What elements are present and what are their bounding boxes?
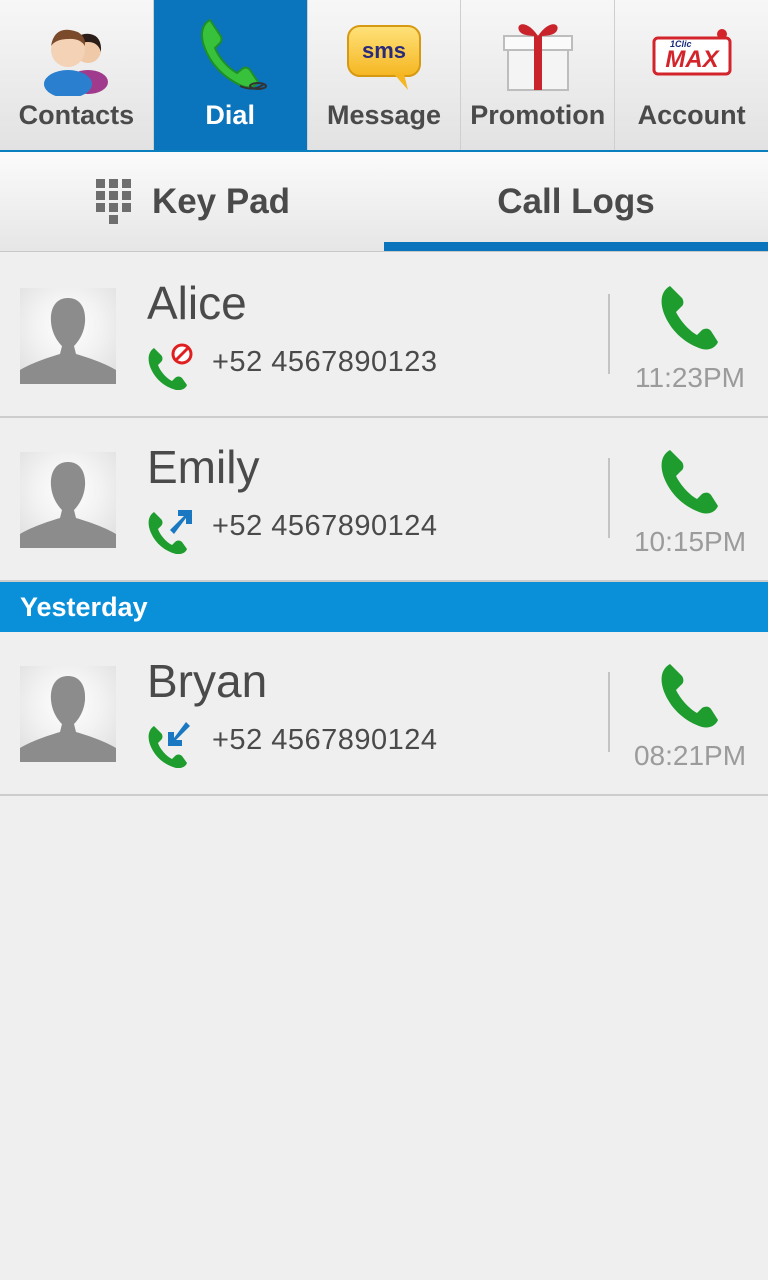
keypad-grid-icon bbox=[95, 178, 131, 224]
nav-label-dial: Dial bbox=[205, 100, 255, 130]
dial-sub-tabs: Key Pad Call Logs bbox=[0, 152, 768, 252]
default-avatar-icon bbox=[20, 462, 116, 548]
nav-tab-promotion[interactable]: Promotion bbox=[461, 0, 616, 150]
contact-name: Alice bbox=[147, 277, 247, 329]
contact-name: Emily bbox=[147, 441, 260, 493]
incoming-call-icon bbox=[148, 722, 190, 768]
nav-tab-dial[interactable]: Dial bbox=[153, 0, 308, 150]
nav-label-message: Message bbox=[326, 100, 442, 130]
phone-number: +52 4567890124 bbox=[212, 724, 438, 756]
sms-bubble-icon: sms bbox=[346, 25, 421, 90]
phone-handset-icon bbox=[201, 18, 268, 90]
svg-text:1Clic: 1Clic bbox=[670, 39, 692, 49]
call-time: 10:15PM bbox=[633, 526, 747, 557]
1clic-max-logo: MAX 1Clic bbox=[652, 29, 732, 76]
nav-tab-account[interactable]: MAX 1Clic Account bbox=[615, 0, 768, 150]
svg-text:MAX: MAX bbox=[665, 46, 720, 73]
nav-label-promotion: Promotion bbox=[470, 100, 606, 130]
divider bbox=[608, 672, 610, 752]
call-log-row[interactable]: Emily +52 4567890124 10:15PM bbox=[0, 418, 768, 582]
nav-label-contacts: Contacts bbox=[18, 100, 135, 130]
avatar bbox=[20, 452, 116, 548]
call-time: 08:21PM bbox=[633, 740, 747, 771]
tab-keypad[interactable]: Key Pad bbox=[0, 152, 384, 251]
contact-name: Bryan bbox=[147, 655, 268, 707]
phone-number: +52 4567890124 bbox=[212, 510, 438, 542]
divider bbox=[608, 294, 610, 374]
call-button-phone-icon[interactable] bbox=[656, 446, 724, 514]
top-navigation: Contacts Dial sms Message Promotion MAX … bbox=[0, 0, 768, 152]
phone-number: +52 4567890123 bbox=[212, 346, 438, 378]
gift-box-icon bbox=[502, 24, 573, 91]
default-avatar-icon bbox=[20, 298, 116, 384]
nav-label-account: Account bbox=[637, 100, 746, 130]
call-button-phone-icon[interactable] bbox=[656, 660, 724, 728]
contacts-icon bbox=[44, 29, 109, 96]
section-header-yesterday: Yesterday bbox=[0, 582, 768, 632]
default-avatar-icon bbox=[20, 676, 116, 762]
nav-tab-message[interactable]: sms Message bbox=[308, 0, 462, 150]
call-log-row[interactable]: Bryan +52 4567890124 08:21PM bbox=[0, 632, 768, 796]
avatar bbox=[20, 288, 116, 384]
divider bbox=[608, 458, 610, 538]
tab-keypad-label: Key Pad bbox=[151, 181, 291, 221]
tab-call-logs[interactable]: Call Logs bbox=[384, 152, 768, 251]
call-button-phone-icon[interactable] bbox=[656, 282, 724, 350]
svg-text:sms: sms bbox=[362, 38, 406, 63]
outgoing-call-icon bbox=[148, 510, 192, 554]
call-time: 11:23PM bbox=[635, 362, 745, 393]
call-log-row[interactable]: Alice +52 4567890123 11:23PM bbox=[0, 254, 768, 418]
tab-call-logs-label: Call Logs bbox=[497, 181, 655, 221]
missed-call-icon bbox=[148, 343, 193, 390]
avatar bbox=[20, 666, 116, 762]
nav-tab-contacts[interactable]: Contacts bbox=[0, 0, 154, 150]
